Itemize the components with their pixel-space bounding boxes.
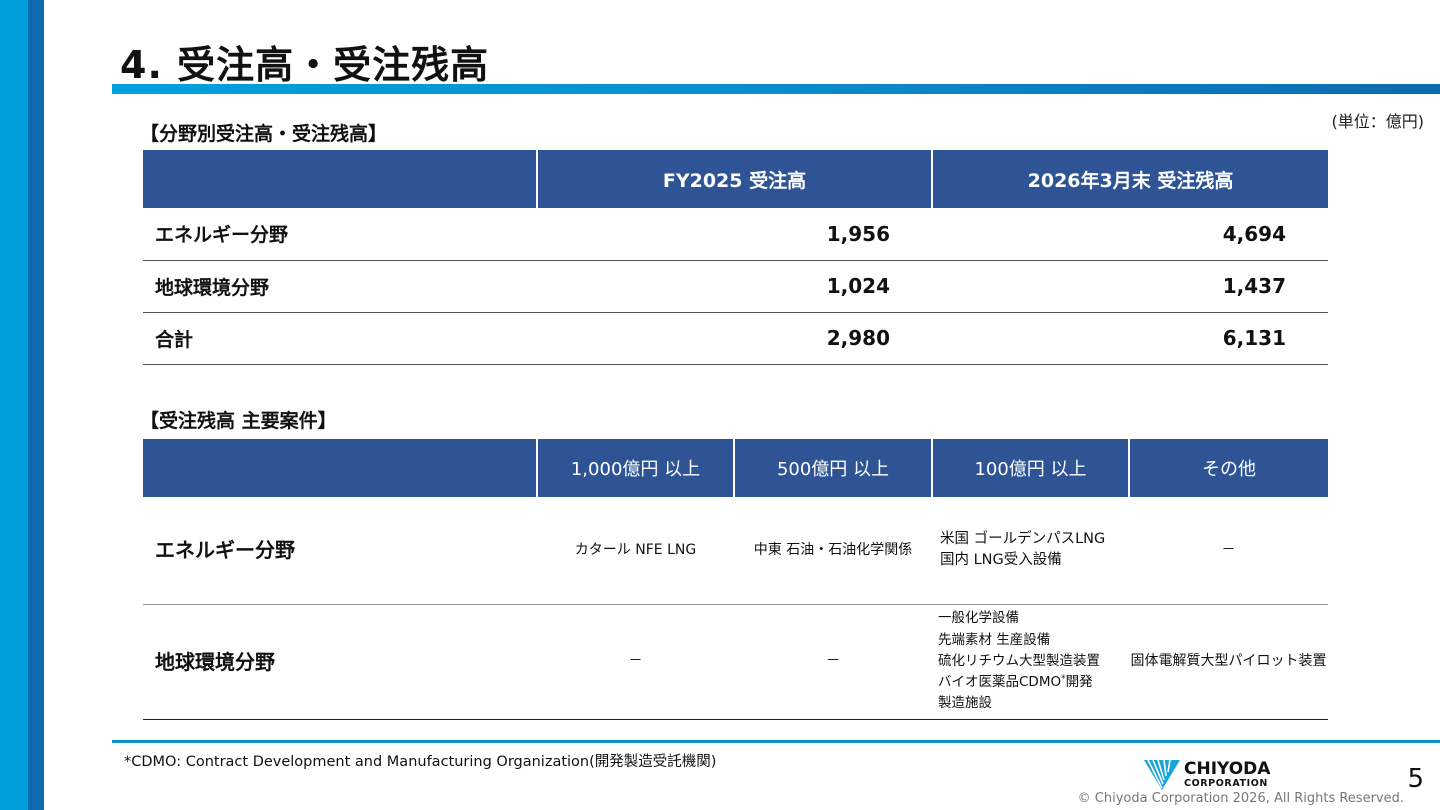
header-1000-plus: 1,000億円 以上 — [536, 439, 734, 497]
project-line: 国内 LNG受入設備 — [940, 552, 1062, 569]
header-blank — [143, 439, 537, 497]
row-label: 地球環境分野 — [143, 604, 537, 720]
major-projects-table: 1,000億円 以上 500億円 以上 100億円 以上 その他 エネルギー分野… — [143, 439, 1328, 720]
company-logo: CHIYODA CORPORATION — [1142, 758, 1270, 792]
project-line: バイオ医薬品CDMO*開発 — [938, 672, 1129, 693]
table-row: エネルギー分野 1,956 4,694 — [143, 208, 1328, 261]
orders-value: 2,980 — [537, 312, 932, 365]
logo-line-2: CORPORATION — [1184, 778, 1268, 790]
project-cell: 米国 ゴールデンパスLNG 国内 LNG受入設備 — [932, 497, 1129, 605]
footer-rule — [112, 740, 1440, 743]
backlog-value: 4,694 — [932, 208, 1328, 261]
project-line: 製造施設 — [938, 695, 992, 712]
project-line: 米国 ゴールデンパスLNG — [940, 531, 1106, 548]
table-row: 地球環境分野 － － 一般化学設備 先端素材 生産設備 硫化リチウム大型製造装置… — [143, 604, 1328, 720]
section-label-orders: 【分野別受注高・受注残高】 — [140, 123, 388, 145]
footnote: *CDMO: Contract Development and Manufact… — [124, 754, 717, 770]
row-label: エネルギー分野 — [143, 497, 537, 605]
orders-value: 1,024 — [537, 260, 932, 313]
header-500-plus: 500億円 以上 — [733, 439, 932, 497]
table-row-total: 合計 2,980 6,131 — [143, 312, 1328, 365]
row-label: 合計 — [143, 312, 537, 365]
project-text: バイオ医薬品CDMO — [938, 674, 1062, 691]
section-label-major-projects: 【受注残高 主要案件】 — [140, 410, 337, 432]
left-accent-bar — [0, 0, 44, 810]
header-blank — [143, 150, 537, 208]
project-cell: － — [734, 604, 932, 720]
title-underline — [112, 84, 1440, 94]
header-orders: FY2025 受注高 — [536, 150, 932, 208]
backlog-value: 1,437 — [932, 260, 1328, 313]
project-cell: － — [1129, 497, 1328, 605]
project-cell: － — [537, 604, 734, 720]
project-line: 硫化リチウム大型製造装置 — [938, 652, 1100, 669]
table-row: 地球環境分野 1,024 1,437 — [143, 260, 1328, 313]
project-text: 開発 — [1065, 674, 1093, 691]
chiyoda-logo-icon — [1144, 759, 1180, 790]
logo-wordmark: CHIYODA CORPORATION — [1184, 761, 1270, 789]
table-header-row: 1,000億円 以上 500億円 以上 100億円 以上 その他 — [143, 439, 1328, 497]
project-cell: 中東 石油・石油化学関係 — [734, 497, 932, 605]
header-other: その他 — [1128, 439, 1328, 497]
orders-value: 1,956 — [537, 208, 932, 261]
row-label: エネルギー分野 — [143, 208, 537, 261]
table-header-row: FY2025 受注高 2026年3月末 受注残高 — [143, 150, 1328, 208]
row-label: 地球環境分野 — [143, 260, 537, 313]
project-cell: 固体電解質大型パイロット装置 — [1129, 604, 1328, 720]
project-line: 先端素材 生産設備 — [938, 631, 1051, 648]
page-title: 4. 受注高・受注残高 — [120, 43, 490, 87]
project-cell: カタール NFE LNG — [537, 497, 734, 605]
unit-note: (単位：億円) — [1331, 112, 1425, 131]
orders-backlog-table: FY2025 受注高 2026年3月末 受注残高 エネルギー分野 1,956 4… — [143, 150, 1328, 365]
logo-line-1: CHIYODA — [1184, 759, 1271, 780]
header-backlog: 2026年3月末 受注残高 — [931, 150, 1328, 208]
table-row: エネルギー分野 カタール NFE LNG 中東 石油・石油化学関係 米国 ゴール… — [143, 497, 1328, 605]
header-100-plus: 100億円 以上 — [931, 439, 1129, 497]
page-number: 5 — [1407, 764, 1424, 794]
project-line: 一般化学設備 — [938, 610, 1019, 627]
backlog-value: 6,131 — [932, 312, 1328, 365]
copyright: © Chiyoda Corporation 2026, All Rights R… — [1077, 791, 1404, 806]
project-cell: 一般化学設備 先端素材 生産設備 硫化リチウム大型製造装置 バイオ医薬品CDMO… — [932, 604, 1129, 720]
